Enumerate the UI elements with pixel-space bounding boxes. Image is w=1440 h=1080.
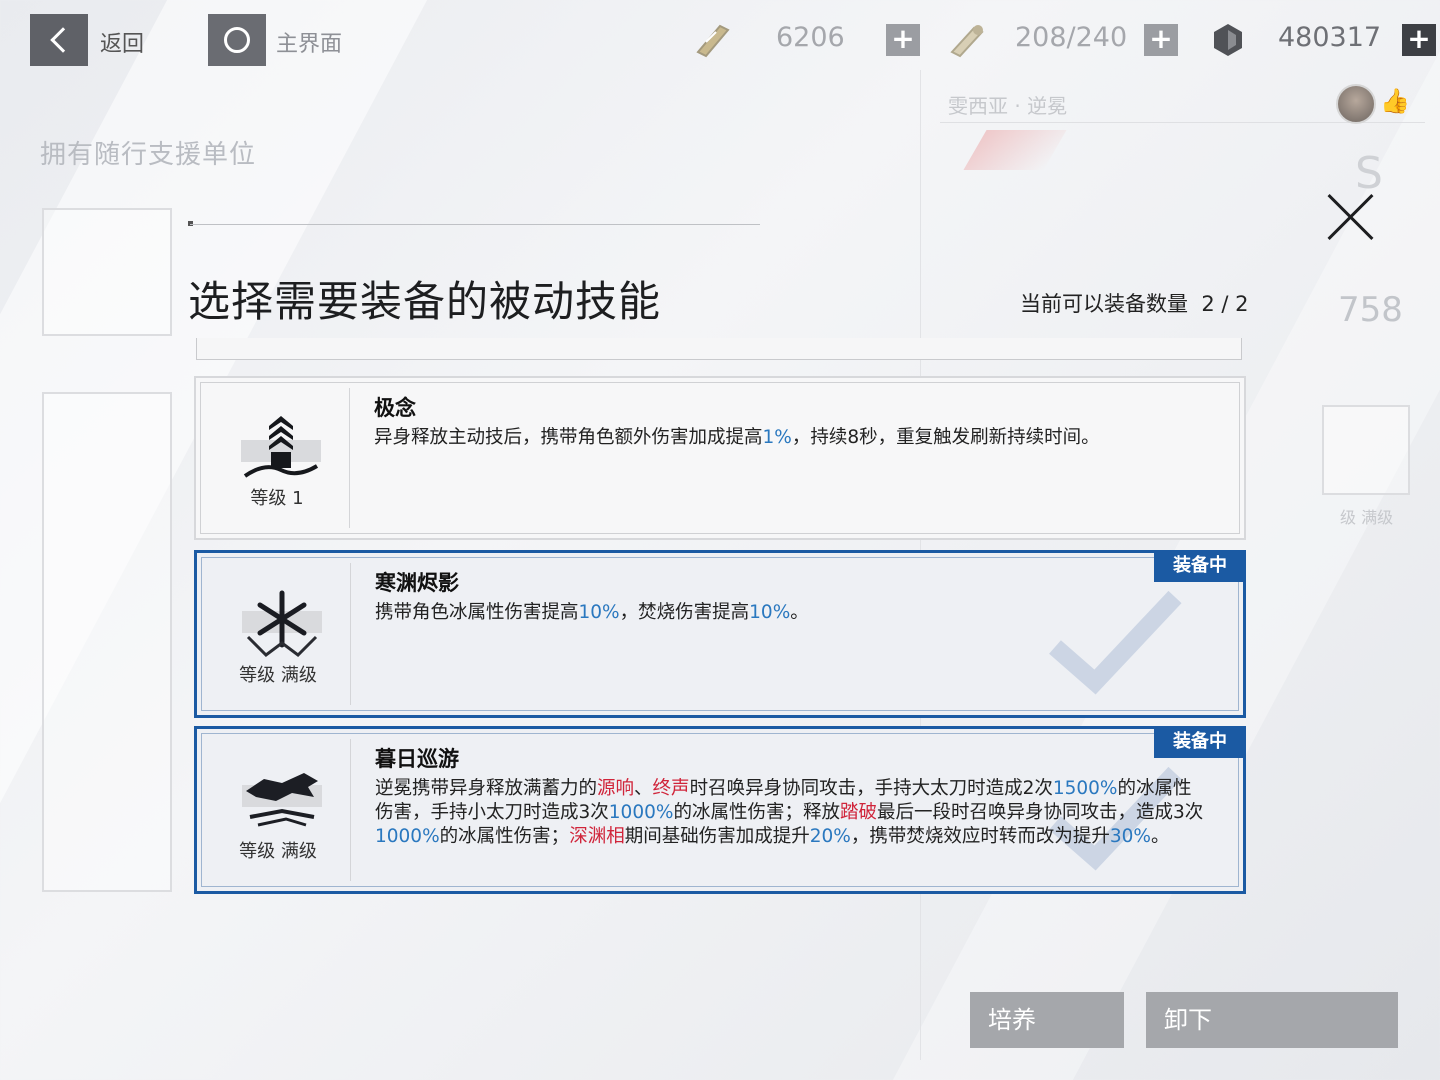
- desc-text: 逆冕携带异身释放满蓄力的: [375, 778, 598, 799]
- highlight-text: 源响: [597, 778, 635, 799]
- train-button[interactable]: 培养: [970, 992, 1124, 1048]
- highlight-text: 10%: [749, 602, 791, 623]
- snowflake-icon: [242, 590, 322, 657]
- desc-text: 携带角色冰属性伤害提高: [375, 602, 579, 623]
- add-crystals-button[interactable]: +: [1402, 24, 1436, 56]
- skill-icon-column: 等级 1: [204, 388, 350, 528]
- home-circle-icon: [224, 27, 250, 53]
- highlight-text: 终声: [652, 778, 690, 799]
- skill-description: 异身释放主动技后，携带角色额外伤害加成提高1%，持续8秒，重复触发刷新持续时间。: [374, 426, 1210, 450]
- highlight-text: 30%: [1109, 826, 1151, 847]
- highlight-text: 深渊相: [569, 826, 625, 847]
- background-screen: 拥有随行支援单位 雯西亚 · 逆冕 S 758 级 满级 👍: [0, 0, 1440, 1080]
- desc-text: 时召唤异身协同攻击，手持大太刀时造成2次: [689, 778, 1053, 799]
- back-label[interactable]: 返回: [100, 26, 144, 58]
- highlight-text: 1%: [762, 427, 792, 448]
- resource-value-crystals: 480317: [1278, 22, 1382, 53]
- skill-icon-column: 等级 满级: [205, 739, 351, 881]
- home-button[interactable]: [208, 14, 266, 66]
- energy-icon: [950, 25, 984, 58]
- desc-text: 、: [634, 778, 653, 799]
- skill-card-frame: [200, 382, 1240, 534]
- desc-text: 期间基础伤害加成提升: [624, 826, 810, 847]
- equip-count-label: 当前可以装备数量: [1020, 292, 1188, 316]
- bg-unit-card: [42, 208, 172, 336]
- desc-text: 。: [1150, 826, 1170, 847]
- skill-card-muri[interactable]: 装备中 等级 满级 暮日巡游 逆冕携带异身释放满蓄力的源响、终声时召唤异身协同攻…: [194, 726, 1246, 894]
- skill-list-scroll-edge: [196, 338, 1242, 360]
- skill-level: 等级 满级: [239, 665, 317, 686]
- ticket-icon: [696, 24, 730, 58]
- skill-description: 携带角色冰属性伤害提高10%，焚烧伤害提高10%。: [375, 601, 1209, 625]
- equipped-badge: 装备中: [1154, 550, 1246, 582]
- tower-skill-icon: [241, 416, 321, 478]
- bg-level-label: 级 满级: [1340, 508, 1394, 527]
- resource-value-tickets: 6206: [776, 22, 845, 53]
- beast-icon: [242, 773, 322, 827]
- skill-level: 等级 满级: [239, 841, 317, 862]
- highlight-text: 20%: [809, 826, 851, 847]
- bg-section-title: 拥有随行支援单位: [40, 140, 257, 170]
- desc-text: 。: [790, 602, 809, 623]
- bg-emblem: [963, 130, 1067, 170]
- bg-weapon-card: [1322, 405, 1410, 495]
- desc-text: 异身释放主动技后，携带角色额外伤害加成提高: [374, 427, 763, 448]
- add-tickets-button[interactable]: +: [886, 24, 920, 56]
- equipped-check-icon: [1049, 590, 1182, 695]
- desc-text: 的冰属性伤害；释放: [673, 802, 840, 823]
- avatar[interactable]: [1336, 84, 1376, 124]
- skill-card-jinian[interactable]: 等级 1 极念 异身释放主动技后，携带角色额外伤害加成提高1%，持续8秒，重复触…: [194, 376, 1246, 540]
- crystal-icon: [1214, 24, 1242, 56]
- equip-count-value: 2 / 2: [1201, 292, 1249, 316]
- desc-text: ，携带焚烧效应时转而改为提升: [850, 826, 1110, 847]
- highlight-text: 1000%: [608, 802, 674, 823]
- close-icon[interactable]: [1324, 190, 1378, 244]
- desc-text: ，焚烧伤害提高: [619, 602, 750, 623]
- equip-count: 当前可以装备数量 2 / 2: [1020, 288, 1249, 318]
- skill-name: 暮日巡游: [375, 747, 459, 771]
- bg-power: 758: [1338, 290, 1403, 330]
- highlight-text: 1000%: [375, 826, 440, 847]
- add-energy-button[interactable]: +: [1144, 24, 1178, 56]
- desc-text: 的冰属性伤害；: [439, 826, 570, 847]
- highlight-text: 踏破: [839, 802, 877, 823]
- top-bar: 返回 主界面 6206 + 208/240 + 480317 +: [0, 0, 1440, 80]
- home-label[interactable]: 主界面: [276, 26, 342, 58]
- modal-title: 选择需要装备的被动技能: [188, 277, 662, 326]
- skill-name: 极念: [374, 396, 416, 420]
- highlight-text: 1500%: [1052, 778, 1118, 799]
- skill-card-hanyuan[interactable]: 装备中 等级 满级 寒渊烬影 携带角色冰属性伤害提高10%，焚烧伤害提高10%。: [194, 550, 1246, 718]
- unequip-button[interactable]: 卸下: [1146, 992, 1398, 1048]
- bg-character-name: 雯西亚 · 逆冕: [948, 94, 1068, 118]
- back-button[interactable]: [30, 14, 88, 66]
- chevron-left-icon: [50, 27, 76, 53]
- modal-top-line: [190, 224, 760, 225]
- thumbs-up-icon[interactable]: 👍: [1378, 86, 1412, 116]
- bg-unit-list: [42, 392, 172, 892]
- desc-text: ，持续8秒，重复触发刷新持续时间。: [791, 427, 1100, 448]
- highlight-text: 10%: [578, 602, 620, 623]
- skill-icon-column: 等级 满级: [205, 563, 351, 705]
- resource-value-energy: 208/240: [1015, 22, 1128, 53]
- desc-text: 最后一段时召唤异身协同攻击，造成3次: [876, 802, 1204, 823]
- skill-name: 寒渊烬影: [375, 571, 459, 595]
- skill-description: 逆冕携带异身释放满蓄力的源响、终声时召唤异身协同攻击，手持大太刀时造成2次150…: [375, 777, 1209, 849]
- equipped-badge: 装备中: [1154, 726, 1246, 758]
- skill-level: 等级 1: [250, 488, 304, 509]
